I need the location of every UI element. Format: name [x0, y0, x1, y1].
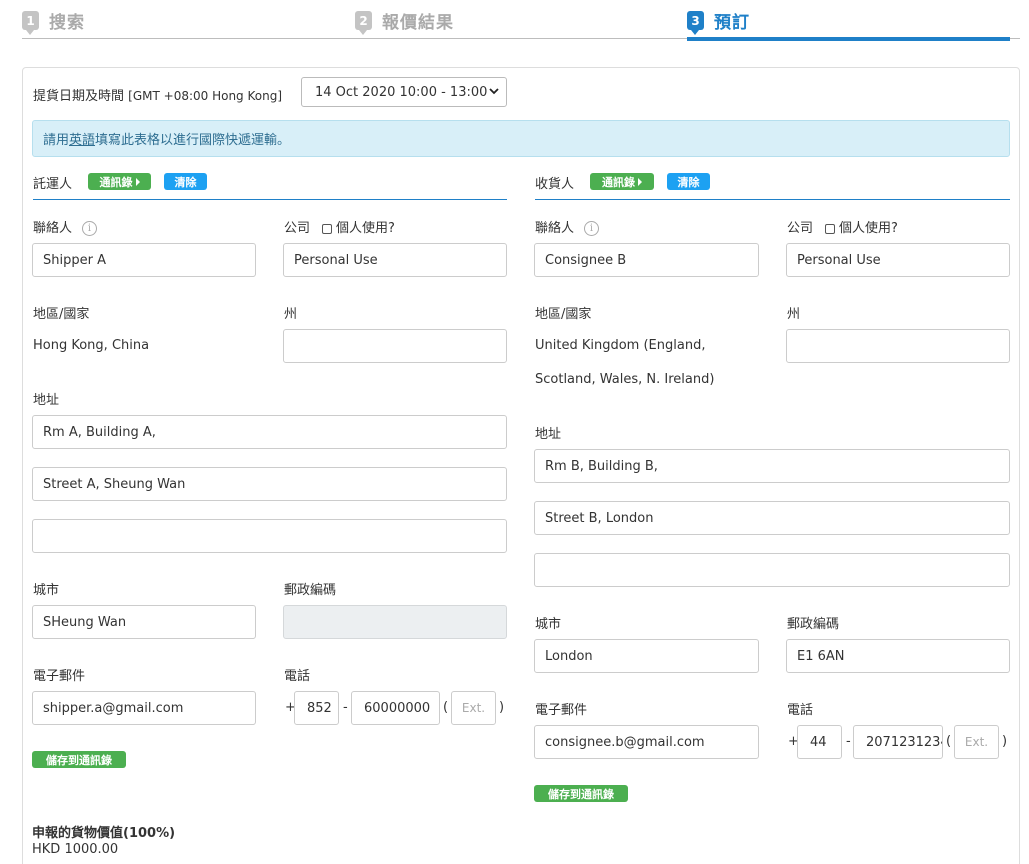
consignee-ext-input[interactable]: Ext. — [954, 725, 999, 759]
shipper-address-line3[interactable] — [32, 519, 507, 553]
pickup-time-select[interactable]: 14 Oct 2020 10:00 - 13:00 — [301, 77, 507, 107]
consignee-phone-code-input[interactable]: 44 — [797, 725, 842, 759]
declared-value: HKD 1000.00 — [32, 842, 119, 857]
notice-text: 請用 — [43, 133, 70, 148]
consignee-divider — [535, 199, 1010, 200]
step-number: 2 — [355, 11, 372, 35]
shipper-company-input[interactable]: Personal Use — [283, 243, 507, 277]
consignee-country-label: 地區/國家 — [535, 307, 592, 322]
shipper-country-label: 地區/國家 — [33, 307, 90, 322]
shipper-ext-input[interactable]: Ext. — [451, 691, 496, 725]
shipper-divider — [33, 199, 507, 200]
shipper-phone-code-input[interactable]: 852 — [294, 691, 339, 725]
consignee-city-input[interactable]: London — [534, 639, 759, 673]
shipper-address-label: 地址 — [33, 393, 60, 408]
caret-right-icon — [638, 177, 642, 186]
shipper-country-value: Hong Kong, China — [33, 338, 150, 353]
booking-steps: 1 搜索 2 報價結果 3 預訂 — [22, 0, 1020, 42]
shipper-contact-label: 聯絡人 i — [33, 217, 98, 236]
info-icon[interactable]: i — [584, 221, 600, 236]
consignee-phone-number-input[interactable]: 2071231234 — [853, 725, 943, 759]
consignee-address-line2[interactable]: Street B, London — [534, 501, 1010, 535]
english-link[interactable]: 英語 — [69, 129, 95, 148]
consignee-company-label: 公司 個人使用? — [787, 221, 898, 236]
personal-use-label: 個人使用? — [839, 221, 898, 236]
shipper-postal-input — [283, 605, 507, 639]
pickup-time-value: 14 Oct 2020 10:00 - 13:00 — [315, 84, 488, 100]
shipper-title: 託運人 — [33, 177, 73, 192]
shipper-address-line1[interactable]: Rm A, Building A, — [32, 415, 507, 449]
shipper-company-label: 公司 個人使用? — [284, 221, 395, 236]
consignee-country-value-line2: Scotland, Wales, N. Ireland) — [535, 372, 715, 387]
consignee-contact-input[interactable]: Consignee B — [534, 243, 759, 277]
shipper-postal-label: 郵政編碼 — [284, 583, 337, 598]
consignee-company-input[interactable]: Personal Use — [786, 243, 1010, 277]
step-label: 預訂 — [714, 13, 750, 33]
shipper-city-input[interactable]: SHeung Wan — [32, 605, 256, 639]
english-notice: 請用 英語 填寫此表格以進行國際快遞運輸。 — [32, 120, 1010, 157]
consignee-city-label: 城市 — [535, 617, 562, 632]
step-search[interactable]: 1 搜索 — [22, 8, 85, 35]
consignee-address-label: 地址 — [535, 427, 562, 442]
dash-separator: - — [343, 700, 348, 715]
consignee-country-value-line1: United Kingdom (England, — [535, 338, 706, 353]
paren-open: ( — [946, 734, 952, 749]
consignee-phone-label: 電話 — [787, 703, 814, 718]
consignee-email-label: 電子郵件 — [535, 703, 588, 718]
dash-separator: - — [846, 734, 851, 749]
paren-open: ( — [443, 700, 449, 715]
step-number: 3 — [687, 11, 704, 35]
paren-close: ) — [499, 700, 505, 715]
shipper-state-input[interactable] — [283, 329, 507, 363]
consignee-save-addressbook-button[interactable]: 儲存到通訊錄 — [534, 785, 628, 802]
active-step-indicator — [687, 37, 1010, 41]
step-number: 1 — [22, 11, 39, 35]
consignee-clear-button[interactable]: 清除 — [667, 173, 710, 190]
shipper-state-label: 州 — [284, 307, 298, 322]
shipper-phone-number-input[interactable]: 60000000 — [351, 691, 440, 725]
consignee-addressbook-button[interactable]: 通訊錄 — [590, 173, 654, 190]
consignee-title: 收貨人 — [535, 177, 575, 192]
caret-right-icon — [135, 177, 140, 186]
notice-text: 填寫此表格以進行國際快遞運輸。 — [95, 133, 291, 148]
shipper-city-label: 城市 — [33, 583, 60, 598]
shipper-clear-button[interactable]: 清除 — [164, 173, 207, 190]
shipper-save-addressbook-button[interactable]: 儲存到通訊錄 — [32, 751, 126, 768]
consignee-email-input[interactable]: consignee.b@gmail.com — [534, 725, 759, 759]
shipper-email-input[interactable]: shipper.a@gmail.com — [32, 691, 256, 725]
consignee-address-line1[interactable]: Rm B, Building B, — [534, 449, 1010, 483]
consignee-postal-label: 郵政編碼 — [787, 617, 840, 632]
chevron-down-icon — [489, 88, 499, 95]
personal-use-label: 個人使用? — [336, 221, 395, 236]
step-label: 搜索 — [49, 13, 85, 33]
shipper-address-line2[interactable]: Street A, Sheung Wan — [32, 467, 507, 501]
shipper-phone-label: 電話 — [284, 669, 311, 684]
personal-use-checkbox[interactable] — [825, 223, 836, 234]
consignee-contact-label: 聯絡人 i — [535, 217, 600, 236]
personal-use-checkbox[interactable] — [322, 223, 333, 234]
paren-close: ) — [1002, 734, 1008, 749]
consignee-state-label: 州 — [787, 307, 801, 322]
declared-value-label: 申報的貨物價值(100%) — [32, 826, 176, 841]
shipper-email-label: 電子郵件 — [33, 669, 86, 684]
consignee-address-line3[interactable] — [534, 553, 1010, 587]
consignee-state-input[interactable] — [786, 329, 1010, 363]
pickup-label: 提貨日期及時間 [GMT +08:00 Hong Kong] — [33, 89, 283, 104]
info-icon[interactable]: i — [82, 221, 98, 236]
shipper-contact-input[interactable]: Shipper A — [32, 243, 256, 277]
step-label: 報價結果 — [382, 13, 454, 33]
consignee-postal-input[interactable]: E1 6AN — [786, 639, 1010, 673]
shipper-addressbook-button[interactable]: 通訊錄 — [88, 173, 151, 190]
step-booking[interactable]: 3 預訂 — [687, 8, 750, 35]
step-quote-results[interactable]: 2 報價結果 — [355, 8, 454, 35]
